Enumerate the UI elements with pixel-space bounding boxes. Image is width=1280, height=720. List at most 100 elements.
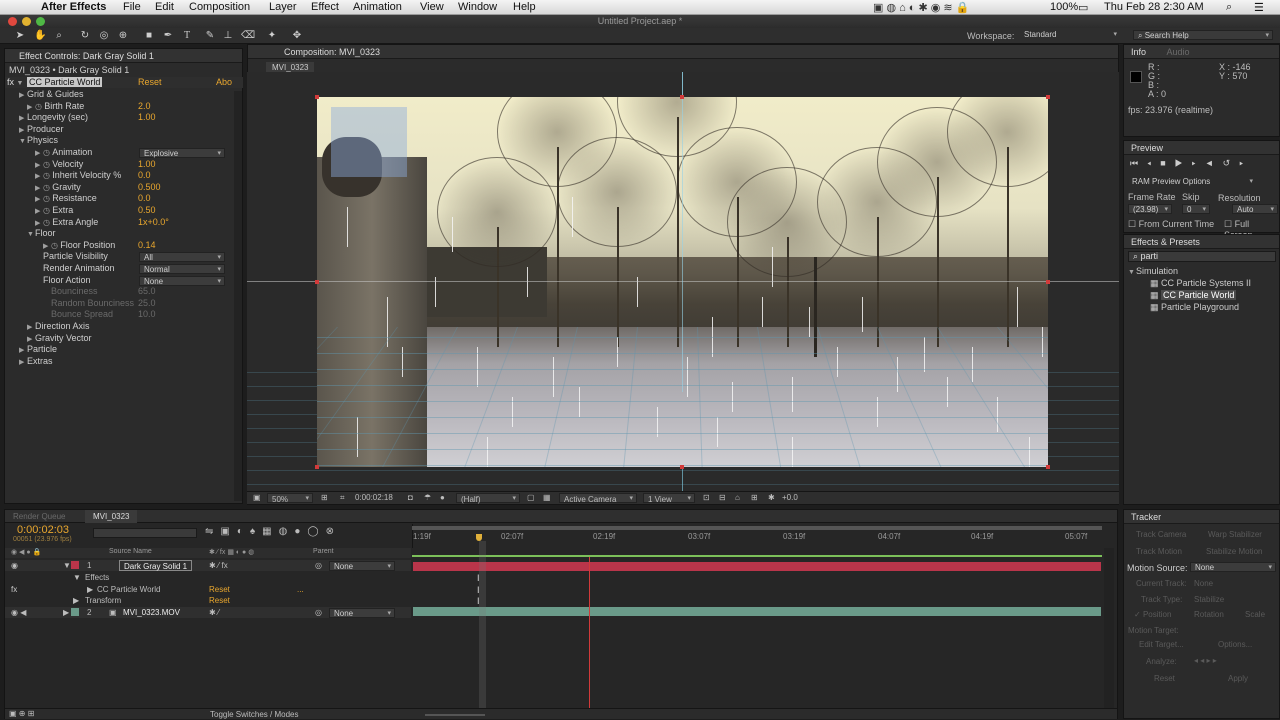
- tab-render-queue[interactable]: Render Queue: [13, 512, 65, 521]
- twirl-closed-icon[interactable]: ▶: [27, 322, 35, 333]
- pan-behind-tool-icon[interactable]: ⊕: [117, 30, 129, 42]
- label-color[interactable]: [71, 608, 79, 616]
- brush-tool-icon[interactable]: ✎: [204, 30, 216, 42]
- parent-select[interactable]: None: [329, 608, 395, 618]
- fast-preview-icon[interactable]: ⊟: [719, 493, 726, 502]
- show-snapshot-icon[interactable]: ☂: [424, 493, 431, 502]
- label-color[interactable]: [71, 561, 79, 569]
- property-row[interactable]: ▶ Grid & Guides: [19, 89, 84, 100]
- layer-row-1[interactable]: ◉ ▼ 1 Dark Gray Solid 1 ✱ ⁄ fx ◎ None: [5, 560, 411, 571]
- skip-select[interactable]: 0: [1182, 204, 1210, 214]
- timeline-icon[interactable]: ⌂: [735, 493, 740, 502]
- layer-2-track[interactable]: [413, 607, 1101, 616]
- property-row[interactable]: Floor Action: [43, 275, 91, 286]
- handle-ml[interactable]: [315, 280, 319, 284]
- effect-row[interactable]: fx ▶ CC Particle World Reset...: [5, 584, 411, 595]
- stopwatch-icon[interactable]: ◷: [43, 171, 52, 180]
- property-row[interactable]: ▶ ◷ Floor Position: [43, 240, 115, 251]
- handle-mr[interactable]: [1046, 280, 1050, 284]
- layer-search-input[interactable]: [93, 528, 197, 538]
- menu-help[interactable]: Help: [513, 1, 536, 13]
- menu-effect[interactable]: Effect: [311, 1, 339, 13]
- zoom-select[interactable]: 50%: [267, 493, 313, 504]
- mask-icon[interactable]: ⌗: [340, 493, 345, 503]
- hand-tool-icon[interactable]: ✋: [34, 30, 46, 42]
- twirl-open-icon[interactable]: ▼: [63, 560, 71, 571]
- next-frame-icon[interactable]: ▸: [1192, 158, 1205, 168]
- keyframe-2[interactable]: I: [477, 585, 480, 595]
- toggle-pixel-icon[interactable]: ⊡: [703, 493, 710, 502]
- track-camera-button[interactable]: Track Camera: [1136, 530, 1186, 539]
- options-button[interactable]: Options...: [1218, 640, 1252, 649]
- stopwatch-icon[interactable]: ◷: [43, 206, 52, 215]
- search-icon[interactable]: ⌕: [1226, 1, 1232, 14]
- always-preview-icon[interactable]: ▣: [253, 493, 261, 502]
- timecode[interactable]: 0:00:02:18: [355, 493, 393, 502]
- twirl-closed-icon[interactable]: ▶: [19, 113, 27, 124]
- from-current-checkbox[interactable]: ☐ From Current Time: [1128, 219, 1214, 230]
- property-row[interactable]: ▶ ◷ Extra Angle: [35, 217, 98, 228]
- twirl-closed-icon[interactable]: ▶: [87, 584, 93, 595]
- preview-tab[interactable]: Preview: [1124, 141, 1279, 155]
- keyframe-3[interactable]: I: [477, 596, 480, 606]
- twirl-closed-icon[interactable]: ▶: [19, 125, 27, 136]
- app-menu[interactable]: After Effects: [41, 1, 106, 13]
- twirl-open-icon[interactable]: ▼: [19, 136, 27, 147]
- twirl-closed-icon[interactable]: ▶: [35, 148, 43, 159]
- twirl-closed-icon[interactable]: ▶: [27, 102, 35, 113]
- effect-reset-button[interactable]: Reset: [138, 77, 162, 88]
- preset-cc-particle-systems[interactable]: ▦ CC Particle Systems II: [1150, 278, 1251, 289]
- channel-icon[interactable]: ●: [440, 493, 445, 502]
- minimize-button[interactable]: [22, 17, 31, 26]
- property-value[interactable]: 1x+0.0°: [138, 217, 169, 228]
- property-row[interactable]: ▶ ◷ Birth Rate: [27, 101, 84, 112]
- effects-presets-tab[interactable]: Effects & Presets: [1124, 235, 1279, 249]
- resolution-select[interactable]: (Half): [456, 493, 520, 504]
- property-row[interactable]: Bounce Spread: [51, 309, 113, 320]
- property-row[interactable]: Random Bounciness: [51, 298, 134, 309]
- work-area-bar[interactable]: [412, 526, 1102, 530]
- property-select[interactable]: None: [139, 275, 225, 286]
- twirl-open-icon[interactable]: ▼: [17, 78, 25, 89]
- property-row[interactable]: ▶ Extras: [19, 356, 53, 367]
- zoom-button[interactable]: [36, 17, 45, 26]
- property-row[interactable]: ▶ Longevity (sec): [19, 112, 88, 123]
- roi-icon[interactable]: ▢: [527, 493, 535, 502]
- zoom-tool-icon[interactable]: ⌕: [53, 30, 65, 42]
- reset-button[interactable]: Reset: [1154, 674, 1175, 683]
- current-time-indicator[interactable]: [589, 557, 590, 709]
- menu-animation[interactable]: Animation: [353, 1, 402, 13]
- menu-window[interactable]: Window: [458, 1, 497, 13]
- property-row[interactable]: ▶ ◷ Velocity: [35, 159, 83, 170]
- visibility-icon[interactable]: ◉: [11, 560, 18, 571]
- property-row[interactable]: Particle Visibility: [43, 251, 108, 262]
- menu-view[interactable]: View: [420, 1, 444, 13]
- property-value[interactable]: 2.0: [138, 101, 151, 112]
- property-row[interactable]: ▶ ◷ Resistance: [35, 193, 97, 204]
- toggle-switches-modes[interactable]: Toggle Switches / Modes: [210, 710, 299, 719]
- property-select[interactable]: Normal: [139, 264, 225, 274]
- edit-target-button[interactable]: Edit Target...: [1139, 640, 1184, 649]
- transparency-icon[interactable]: ▦: [543, 493, 551, 502]
- menu-layer[interactable]: Layer: [269, 1, 297, 13]
- list-icon[interactable]: ☰: [1254, 1, 1264, 14]
- twirl-closed-icon[interactable]: ▶: [19, 357, 27, 368]
- property-value[interactable]: 10.0: [138, 309, 156, 320]
- motion-source-select[interactable]: None: [1190, 562, 1276, 572]
- property-row[interactable]: ▼Physics: [19, 135, 58, 146]
- visibility-icon[interactable]: ◉ ◀: [11, 607, 26, 618]
- twirl-closed-icon[interactable]: ▶: [35, 194, 43, 205]
- track-motion-button[interactable]: Track Motion: [1136, 547, 1182, 556]
- camera-tool-icon[interactable]: ◎: [98, 30, 110, 42]
- preset-cc-particle-world[interactable]: ▦ CC Particle World: [1150, 290, 1237, 301]
- twirl-closed-icon[interactable]: ▶: [35, 183, 43, 194]
- handle-tl[interactable]: [315, 95, 319, 99]
- twirl-closed-icon[interactable]: ▶: [35, 160, 43, 171]
- text-tool-icon[interactable]: T: [181, 30, 193, 42]
- menu-composition[interactable]: Composition: [189, 1, 250, 13]
- playhead-marker[interactable]: [476, 534, 482, 541]
- property-row[interactable]: ▼Floor: [27, 228, 56, 239]
- current-timecode[interactable]: 0:00:02:03: [17, 524, 69, 536]
- zoom-slider[interactable]: [425, 714, 485, 716]
- stop-icon[interactable]: ■: [1160, 158, 1174, 168]
